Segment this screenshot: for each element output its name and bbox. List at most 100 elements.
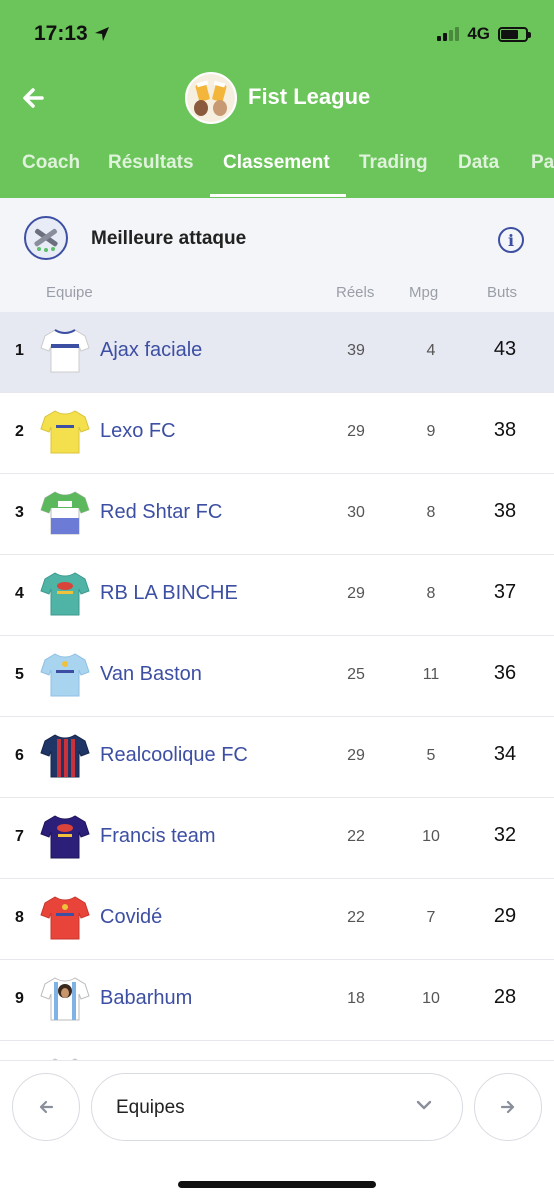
rank: 2	[15, 423, 24, 440]
status-time-text: 17:13	[34, 22, 88, 45]
signal-icon	[437, 27, 460, 41]
location-arrow-icon	[94, 27, 109, 41]
team-name[interactable]: Realcoolique FC	[100, 744, 248, 767]
reels-value: 29	[347, 585, 365, 602]
home-indicator	[178, 1181, 376, 1188]
team-filter-select[interactable]: Equipes	[91, 1073, 463, 1141]
jersey-icon	[40, 653, 90, 697]
team-name[interactable]: Lexo FC	[100, 420, 176, 443]
info-icon: i	[507, 230, 515, 250]
beer-toast-icon	[187, 74, 235, 122]
jersey-icon	[40, 491, 90, 535]
rank: 3	[15, 504, 24, 521]
tab-coach[interactable]: Coach	[22, 152, 80, 174]
table-row[interactable]: 3 Red Shtar FC 30 8 38	[0, 474, 554, 555]
reels-value: 39	[347, 342, 365, 359]
active-tab-indicator	[210, 194, 346, 197]
tab-data[interactable]: Data	[458, 152, 499, 174]
mpg-value: 10	[422, 828, 440, 845]
bottom-navigation: Equipes	[0, 1060, 554, 1200]
reels-value: 29	[347, 747, 365, 764]
status-indicators: 4G	[437, 24, 531, 44]
rank: 6	[15, 747, 24, 764]
mpg-value: 10	[422, 990, 440, 1007]
tab-classement[interactable]: Classement	[223, 152, 330, 174]
mpg-value: 8	[426, 585, 436, 602]
mpg-value: 8	[426, 504, 436, 521]
reels-value: 30	[347, 504, 365, 521]
buts-value: 29	[493, 905, 517, 927]
league-logo	[185, 72, 237, 124]
arrow-right-icon	[500, 1100, 515, 1114]
section-title: Meilleure attaque	[91, 228, 247, 249]
next-button[interactable]	[474, 1073, 542, 1141]
buts-value: 36	[493, 662, 517, 684]
reels-value: 22	[347, 828, 365, 845]
team-name[interactable]: Ajax faciale	[100, 339, 202, 362]
reels-value: 18	[347, 990, 365, 1007]
crossed-cannons-badge-icon	[24, 216, 68, 260]
tab-resultats[interactable]: Résultats	[108, 152, 194, 174]
ranking-table: 1 Ajax faciale 39 4 43 2 Lexo FC 29 9 38…	[0, 312, 554, 1060]
team-name[interactable]: Babarhum	[100, 987, 192, 1010]
rank: 4	[15, 585, 24, 602]
buts-value: 43	[493, 338, 517, 360]
app-header: 17:13 4G Fist League Coach Résultats Cla…	[0, 0, 554, 198]
team-name[interactable]: Francis team	[100, 825, 216, 848]
column-header-reels: Réels	[336, 284, 375, 301]
table-row[interactable]: 7 Francis team 22 10 32	[0, 798, 554, 879]
reels-value: 22	[347, 909, 365, 926]
battery-icon	[498, 26, 531, 42]
table-row[interactable]: 6 Realcoolique FC 29 5 34	[0, 717, 554, 798]
league-title: Fist League	[248, 84, 371, 109]
column-header-team: Equipe	[46, 284, 93, 301]
info-button[interactable]: i	[498, 227, 524, 253]
table-row[interactable]: 2 Lexo FC 29 9 38	[0, 393, 554, 474]
table-row[interactable]: 4 RB LA BINCHE 29 8 37	[0, 555, 554, 636]
team-name[interactable]: RB LA BINCHE	[100, 582, 238, 605]
table-row[interactable]: 9 Babarhum 18 10 28	[0, 960, 554, 1041]
mpg-value: 4	[426, 342, 436, 359]
ranking-section-header: Meilleure attaque i Equipe Réels Mpg But…	[0, 198, 554, 312]
jersey-icon	[40, 896, 90, 940]
buts-value: 34	[493, 743, 517, 765]
mpg-value: 11	[422, 666, 440, 683]
reels-value: 25	[347, 666, 365, 683]
table-row[interactable]	[0, 1041, 554, 1060]
table-row[interactable]: 5 Van Baston 25 11 36	[0, 636, 554, 717]
rank: 7	[15, 828, 24, 845]
rank: 1	[15, 342, 24, 359]
table-row[interactable]: 1 Ajax faciale 39 4 43	[0, 312, 554, 393]
mpg-value: 9	[426, 423, 436, 440]
jersey-icon	[40, 410, 90, 454]
jersey-icon	[40, 572, 90, 616]
column-header-mpg: Mpg	[409, 284, 439, 301]
team-name[interactable]: Covidé	[100, 906, 162, 929]
back-button[interactable]	[20, 84, 50, 112]
rank: 8	[15, 909, 24, 926]
tab-overflow[interactable]: Pa	[531, 152, 554, 174]
buts-value: 38	[493, 419, 517, 441]
buts-value: 32	[493, 824, 517, 846]
jersey-icon	[40, 329, 90, 373]
rank: 5	[15, 666, 24, 683]
buts-value: 28	[493, 986, 517, 1008]
tab-trading[interactable]: Trading	[359, 152, 428, 174]
chevron-down-icon	[416, 1100, 432, 1110]
team-name[interactable]: Van Baston	[100, 663, 202, 686]
previous-button[interactable]	[12, 1073, 80, 1141]
column-header-buts: Buts	[487, 284, 518, 301]
jersey-icon	[40, 977, 90, 1021]
select-value: Equipes	[116, 1097, 185, 1118]
arrow-left-icon	[39, 1100, 54, 1114]
status-time: 17:13	[34, 22, 110, 46]
team-name[interactable]: Red Shtar FC	[100, 501, 222, 524]
arrow-left-icon	[23, 88, 44, 108]
jersey-icon	[40, 734, 90, 778]
mpg-value: 5	[426, 747, 436, 764]
tab-bar: Coach Résultats Classement Trading Data …	[0, 146, 554, 198]
jersey-icon	[40, 815, 90, 859]
buts-value: 37	[493, 581, 517, 603]
table-row[interactable]: 8 Covidé 22 7 29	[0, 879, 554, 960]
reels-value: 29	[347, 423, 365, 440]
